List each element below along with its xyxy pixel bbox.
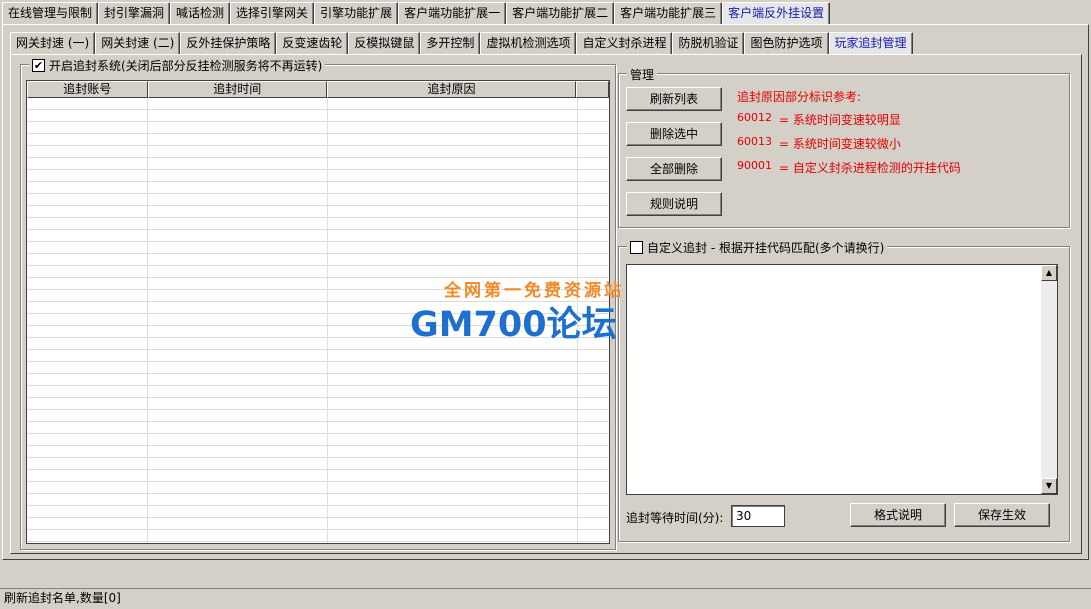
watermark-logo: GM700论坛 (410, 305, 617, 345)
tab-client-anticheat[interactable]: 客户端反外挂设置 (722, 2, 831, 24)
custom-pursuit-label: 自定义追封 - 根据开挂代码匹配(多个请换行) (647, 241, 885, 255)
pursuit-enable-checkbox[interactable]: ✔ (32, 59, 45, 72)
tab-client-extension-3[interactable]: 客户端功能扩展三 (614, 2, 723, 24)
status-bar: 刷新追封名单,数量[0] (0, 588, 1091, 609)
manage-group-title: 管理 (627, 66, 658, 83)
top-tab-bar: 在线管理与限制 封引擎漏洞 喊话检测 选择引擎网关 引擎功能扩展 客户端功能扩展… (2, 2, 831, 24)
list-gridline (327, 98, 328, 543)
reason-text: = 系统时间变速较微小 (779, 137, 901, 151)
tab-engine-gateway[interactable]: 选择引擎网关 (230, 2, 315, 24)
custom-pursuit-checkbox[interactable] (630, 241, 643, 254)
sub-tab-bar: 网关封速 (一) 网关封速 (二) 反外挂保护策略 反变速齿轮 反模拟键鼠 多开… (10, 32, 913, 54)
tab-player-pursuit[interactable]: 玩家追封管理 (828, 32, 913, 54)
wait-time-label: 追封等待时间(分): (626, 511, 724, 525)
tab-multi-open[interactable]: 多开控制 (420, 32, 481, 54)
list-gridline (147, 98, 148, 543)
refresh-list-button[interactable]: 刷新列表 (626, 87, 722, 111)
reason-text: = 系统时间变速较明显 (779, 113, 901, 127)
scroll-up-icon[interactable]: ▲ (1041, 265, 1057, 281)
pursuit-enable-label: 开启追封系统(关闭后部分反挂检测服务将不再运转) (49, 59, 323, 73)
format-help-button[interactable]: 格式说明 (850, 503, 946, 527)
tab-engine-extension[interactable]: 引擎功能扩展 (314, 2, 399, 24)
reason-reference-title: 追封原因部分标识参考: (737, 90, 862, 104)
tab-client-extension-1[interactable]: 客户端功能扩展一 (398, 2, 507, 24)
tab-gateway-speed-2[interactable]: 网关封速 (二) (95, 32, 181, 54)
list-header: 追封账号 追封时间 追封原因 (27, 81, 609, 98)
tab-online-management[interactable]: 在线管理与限制 (2, 2, 99, 24)
delete-all-button[interactable]: 全部删除 (626, 157, 722, 181)
delete-selected-button[interactable]: 删除选中 (626, 122, 722, 146)
tab-custom-kill-process[interactable]: 自定义封杀进程 (576, 32, 673, 54)
col-blank[interactable] (576, 81, 609, 98)
tab-vm-detection[interactable]: 虚拟机检测选项 (480, 32, 577, 54)
col-time[interactable]: 追封时间 (147, 81, 327, 98)
custom-code-textarea[interactable]: ▲ ▼ (626, 264, 1058, 495)
col-account[interactable]: 追封账号 (27, 81, 148, 98)
tab-protect-strategy[interactable]: 反外挂保护策略 (180, 32, 277, 54)
reason-code: 90001 (737, 159, 772, 172)
tab-anti-speed-gear[interactable]: 反变速齿轮 (276, 32, 349, 54)
reason-code: 60012 (737, 111, 772, 124)
tab-image-protect[interactable]: 图色防护选项 (744, 32, 829, 54)
rules-button[interactable]: 规则说明 (626, 192, 722, 216)
tab-shout-detection[interactable]: 喊话检测 (170, 2, 231, 24)
pursuit-group-title: ✔ 开启追封系统(关闭后部分反挂检测服务将不再运转) (29, 57, 326, 74)
reason-text: = 自定义封杀进程检测的开挂代码 (779, 161, 961, 175)
col-reason[interactable]: 追封原因 (326, 81, 577, 98)
manage-title: 管理 (630, 68, 655, 82)
wait-time-input[interactable]: 30 (731, 505, 785, 527)
tab-client-extension-2[interactable]: 客户端功能扩展二 (506, 2, 615, 24)
tab-anti-simulated-input[interactable]: 反模拟键鼠 (348, 32, 421, 54)
tab-offline-verify[interactable]: 防脱机验证 (672, 32, 745, 54)
reason-code: 60013 (737, 135, 772, 148)
custom-pursuit-title: 自定义追封 - 根据开挂代码匹配(多个请换行) (627, 239, 888, 256)
tab-gateway-speed-1[interactable]: 网关封速 (一) (10, 32, 96, 54)
save-apply-button[interactable]: 保存生效 (954, 503, 1050, 527)
textarea-scrollbar[interactable]: ▲ ▼ (1041, 265, 1057, 494)
scroll-down-icon[interactable]: ▼ (1041, 478, 1057, 494)
tab-engine-exploits[interactable]: 封引擎漏洞 (98, 2, 171, 24)
